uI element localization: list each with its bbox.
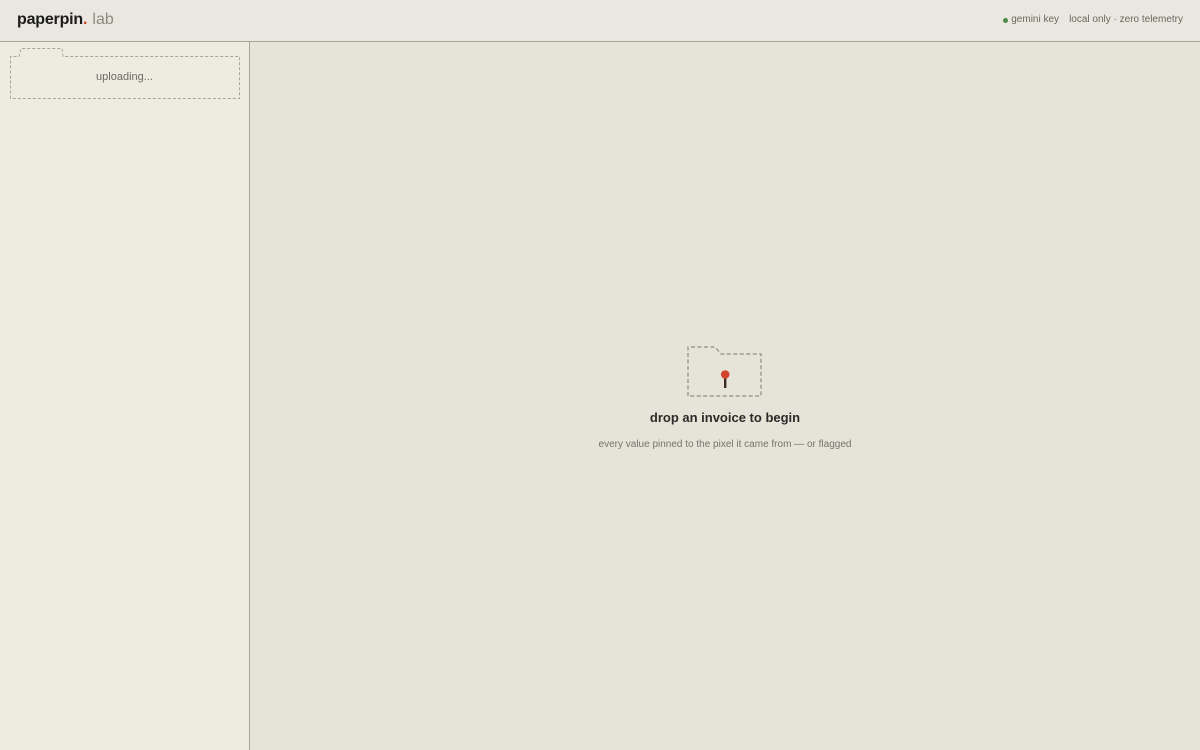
top-bar: paperpin. lab gemini key local only · zer…	[0, 0, 1200, 42]
sidebar: uploading...	[0, 42, 250, 750]
logo-brand-dot: .	[82, 11, 88, 28]
main-drop-area[interactable]: drop an invoice to begin every value pin…	[250, 42, 1200, 750]
privacy-note: local only · zero telemetry	[1069, 14, 1183, 25]
empty-state-title: drop an invoice to begin	[649, 410, 801, 425]
status-area: gemini key local only · zero telemetry	[1003, 14, 1183, 26]
app-logo: paperpin. lab	[17, 10, 114, 30]
upload-item[interactable]: uploading...	[10, 48, 240, 99]
api-key-status[interactable]: gemini key	[1011, 14, 1059, 26]
logo-suffix: lab	[92, 11, 114, 28]
upload-status-label: uploading...	[96, 71, 153, 83]
folder-with-pin-icon	[687, 346, 762, 397]
empty-state-subtitle: every value pinned to the pixel it came …	[598, 439, 852, 450]
logo-brand: paperpin	[17, 11, 83, 28]
status-dot-icon	[1003, 17, 1009, 23]
